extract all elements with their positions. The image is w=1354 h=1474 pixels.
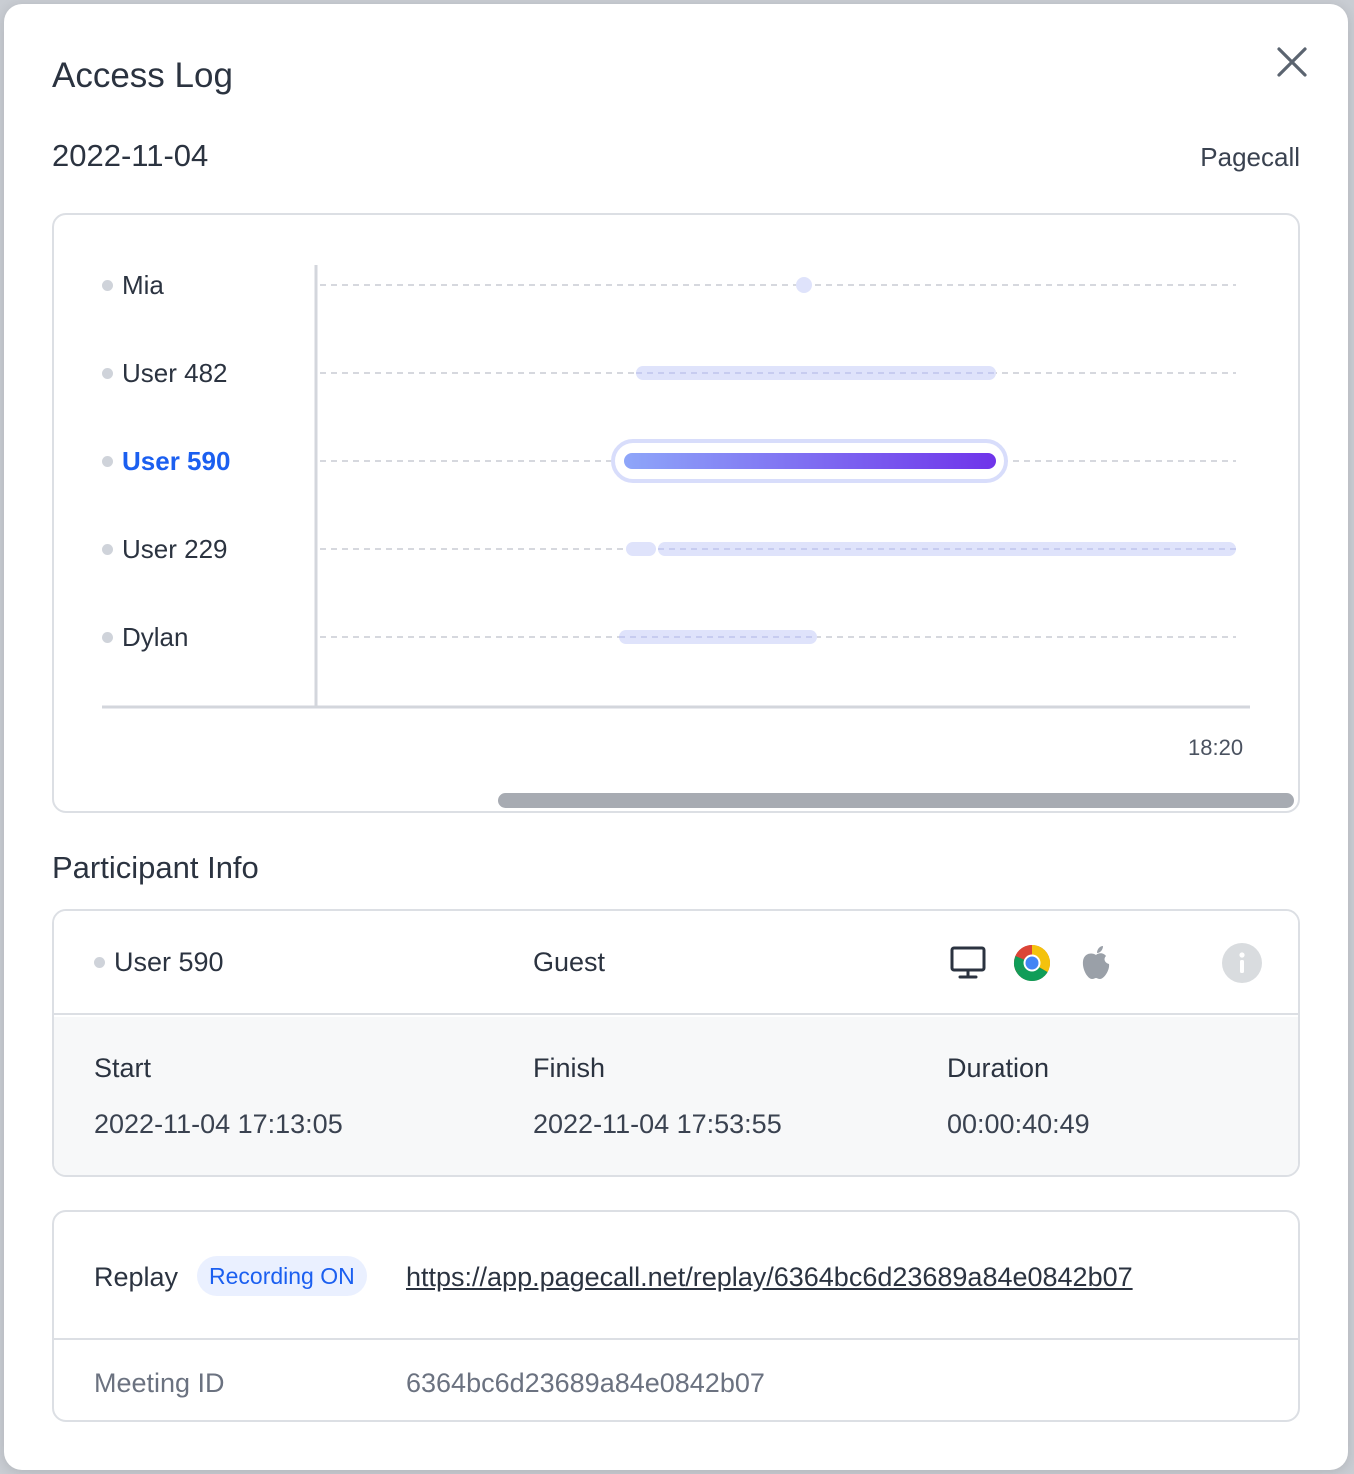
- participant-name: Dylan: [122, 621, 189, 652]
- status-dot: [102, 543, 113, 555]
- start-label: Start: [94, 1053, 152, 1083]
- replay-label: Replay: [94, 1262, 179, 1292]
- status-dot: [94, 957, 105, 968]
- close-icon: [1277, 47, 1307, 77]
- duration-label: Duration: [947, 1053, 1050, 1083]
- brand-label: Pagecall: [1200, 142, 1300, 172]
- participant-name: User 482: [122, 357, 228, 388]
- modal-title: Access Log: [52, 56, 233, 95]
- finish-label: Finish: [533, 1053, 606, 1083]
- session-bar-mia[interactable]: [796, 277, 812, 293]
- session-bar-user-229-a[interactable]: [626, 542, 656, 556]
- monitor-icon: [950, 946, 986, 979]
- replay-link[interactable]: https://app.pagecall.net/replay/6364bc6d…: [406, 1262, 1133, 1293]
- participant-name: Mia: [122, 269, 164, 300]
- timeline-card: Mia User 482 User 590 User 229 Dylan 18:…: [52, 213, 1300, 813]
- finish-value: 2022-11-04 17:53:55: [533, 1109, 782, 1139]
- timeline-label-mia[interactable]: Mia: [102, 267, 164, 303]
- access-log-modal: Access Log 2022-11-04 Pagecall Mia User …: [4, 4, 1348, 1470]
- replay-card: Replay Recording ON https://app.pagecall…: [52, 1210, 1300, 1422]
- time-tick-label: 18:20: [1188, 735, 1244, 760]
- timeline-label-user-229[interactable]: User 229: [102, 531, 228, 567]
- participant-name-cell: User 590: [94, 947, 224, 978]
- meeting-id-label: Meeting ID: [94, 1368, 225, 1398]
- recording-status-badge: Recording ON: [197, 1256, 367, 1296]
- device-icon-box: [948, 943, 988, 983]
- timeline-chart: [102, 265, 1250, 709]
- participant-name: User 590: [114, 947, 224, 977]
- duration-value: 00:00:40:49: [947, 1109, 1090, 1139]
- timeline-label-dylan[interactable]: Dylan: [102, 619, 188, 655]
- info-icon: [1239, 952, 1245, 973]
- participant-role: Guest: [533, 947, 606, 977]
- participant-header-row: User 590 Guest: [54, 911, 1298, 1015]
- close-button[interactable]: [1270, 40, 1314, 84]
- info-button[interactable]: [1222, 943, 1262, 983]
- horizontal-scrollbar[interactable]: [498, 793, 1294, 808]
- participant-name: User 590: [122, 445, 231, 476]
- browser-icon-box: [1012, 943, 1052, 983]
- session-bar-user-590[interactable]: [624, 453, 996, 469]
- log-date: 2022-11-04: [52, 138, 209, 173]
- participant-info-title: Participant Info: [52, 850, 259, 885]
- status-dot: [102, 455, 113, 467]
- os-icon-box: [1076, 943, 1116, 983]
- timeline-label-user-590[interactable]: User 590: [102, 443, 230, 479]
- status-dot: [102, 631, 113, 643]
- apple-icon: [1082, 946, 1110, 979]
- meeting-id-value: 6364bc6d23689a84e0842b07: [406, 1368, 765, 1398]
- participant-name: User 229: [122, 533, 228, 564]
- session-times-row: Start 2022-11-04 17:13:05 Finish 2022-11…: [54, 1017, 1298, 1175]
- timeline-label-user-482[interactable]: User 482: [102, 355, 228, 391]
- status-dot: [102, 367, 113, 379]
- replay-row: Replay Recording ON https://app.pagecall…: [54, 1212, 1298, 1340]
- status-dot: [102, 279, 113, 291]
- chrome-icon: [1013, 945, 1051, 982]
- start-value: 2022-11-04 17:13:05: [94, 1109, 343, 1139]
- participant-info-card: User 590 Guest Start 2022-11-04 17:13:05…: [52, 909, 1300, 1177]
